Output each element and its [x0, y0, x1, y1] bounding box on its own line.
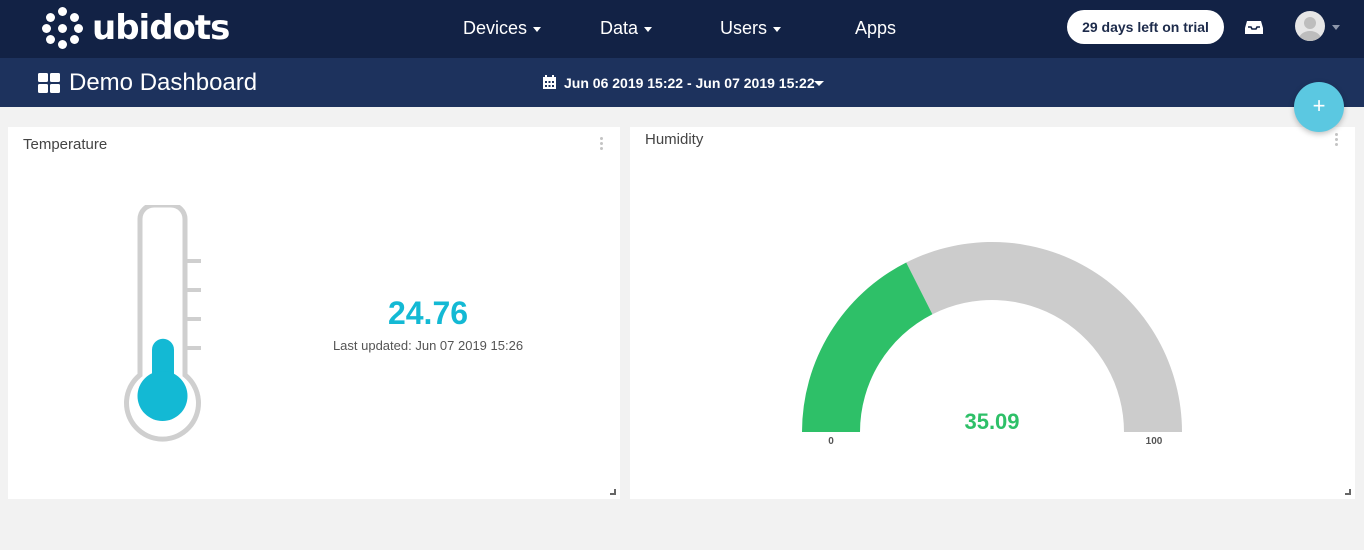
temperature-widget: Temperature 24.76 Last updated: Jun 07 2…: [8, 127, 620, 499]
ubidots-logo[interactable]: ubidots: [42, 6, 230, 50]
widget-title-temperature: Temperature: [23, 136, 108, 153]
dashboard-header: Demo Dashboard Jun 06 2019 15:22 - Jun 0…: [0, 58, 1364, 107]
date-range-picker[interactable]: Jun 06 2019 15:22 - Jun 07 2019 15:22: [564, 73, 815, 93]
date-range-chevron-down-icon[interactable]: [814, 81, 824, 86]
gauge-track: [906, 242, 1182, 432]
chevron-down-icon: [644, 26, 653, 32]
temperature-value: 24.76: [387, 295, 469, 331]
calendar-icon[interactable]: [543, 75, 556, 89]
inbox-icon[interactable]: [1244, 17, 1264, 37]
avatar-chevron-down-icon[interactable]: [1332, 25, 1340, 30]
humidity-value: 35.09: [964, 409, 1020, 434]
humidity-widget: Humidity 35.09 0 100: [630, 127, 1355, 499]
temperature-last-updated: Last updated: Jun 07 2019 15:26: [332, 338, 524, 353]
thermometer-graphic: [124, 205, 201, 442]
logo-text: ubidots: [92, 8, 230, 48]
top-navbar: ubidots Devices Data Users Apps 29 days …: [0, 0, 1364, 58]
nav-apps-label: Apps: [855, 18, 897, 38]
humidity-gauge: [802, 242, 1182, 432]
nav-apps[interactable]: Apps: [855, 16, 896, 40]
add-widget-button[interactable]: +: [1294, 82, 1344, 132]
gauge-fill: [802, 262, 933, 432]
thermometer-bulb: [137, 371, 188, 421]
dashboard-grid-icon[interactable]: [38, 73, 60, 93]
nav-devices[interactable]: Devices: [463, 16, 542, 40]
nav-data[interactable]: Data: [600, 16, 653, 40]
widget-menu-icon[interactable]: [600, 137, 604, 151]
nav-users-label: Users: [720, 18, 768, 38]
trial-badge[interactable]: 29 days left on trial: [1067, 10, 1224, 44]
logo-dots-icon: [42, 7, 84, 49]
gauge-max-label: 100: [1145, 436, 1163, 447]
nav-users[interactable]: Users: [720, 16, 782, 40]
widget-resize-handle[interactable]: [1345, 489, 1351, 495]
dashboard-title[interactable]: Demo Dashboard: [69, 69, 257, 97]
widget-resize-handle[interactable]: [610, 489, 616, 495]
nav-devices-label: Devices: [463, 18, 528, 38]
chevron-down-icon: [773, 26, 782, 32]
user-avatar-icon[interactable]: [1295, 11, 1325, 41]
chevron-down-icon: [533, 26, 542, 32]
nav-data-label: Data: [600, 18, 639, 38]
gauge-min-label: 0: [828, 436, 834, 447]
